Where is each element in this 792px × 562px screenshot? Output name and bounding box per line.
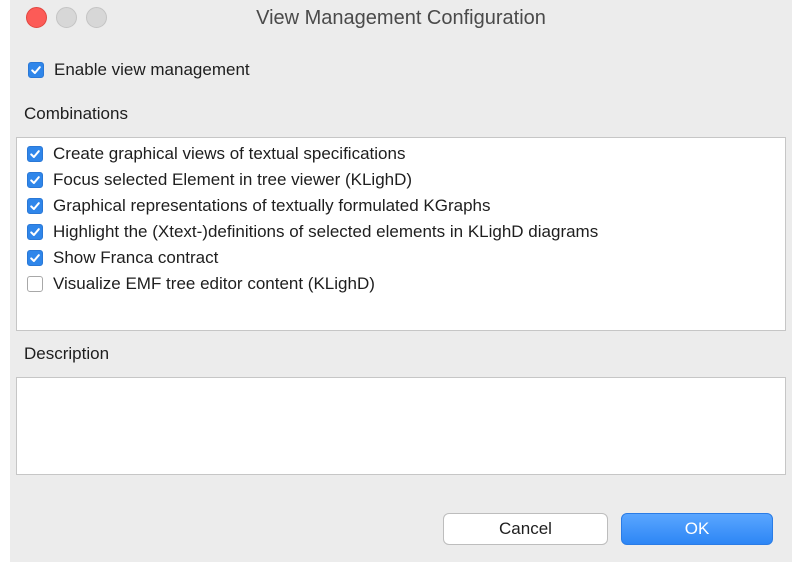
- ok-button[interactable]: OK: [621, 513, 773, 545]
- checkmark-icon: [30, 228, 40, 236]
- checkmark-icon: [31, 66, 41, 74]
- combination-checkbox[interactable]: [27, 172, 43, 188]
- combination-label: Graphical representations of textually f…: [53, 196, 491, 215]
- window-title: View Management Configuration: [256, 7, 546, 29]
- checkmark-icon: [30, 202, 40, 210]
- enable-view-management-checkbox[interactable]: [28, 62, 44, 78]
- combination-checkbox[interactable]: [27, 224, 43, 240]
- combination-label: Focus selected Element in tree viewer (K…: [53, 170, 413, 189]
- checkmark-icon: [30, 254, 40, 262]
- title-bar: View Management Configuration: [10, 0, 792, 38]
- combination-label: Highlight the (Xtext-)definitions of sel…: [53, 222, 599, 241]
- checkmark-icon: [30, 150, 40, 158]
- dialog-window: View Management Configuration Enable vie…: [10, 0, 792, 562]
- combination-item[interactable]: Show Franca contract: [27, 248, 218, 268]
- combination-checkbox[interactable]: [27, 276, 43, 292]
- combination-label: Show Franca contract: [53, 248, 219, 267]
- combination-checkbox[interactable]: [27, 198, 43, 214]
- combination-label: Create graphical views of textual specif…: [53, 144, 406, 163]
- combination-checkbox[interactable]: [27, 146, 43, 162]
- description-label: Description: [24, 344, 110, 363]
- checkmark-icon: [30, 176, 40, 184]
- combinations-label: Combinations: [24, 104, 128, 123]
- enable-view-management-label: Enable view management: [54, 60, 250, 79]
- combination-label: Visualize EMF tree editor content (KLigh…: [53, 274, 375, 293]
- combination-item[interactable]: Focus selected Element in tree viewer (K…: [27, 170, 412, 190]
- combination-item[interactable]: Highlight the (Xtext-)definitions of sel…: [27, 222, 598, 242]
- combination-checkbox[interactable]: [27, 250, 43, 266]
- combinations-list[interactable]: Create graphical views of textual specif…: [16, 137, 786, 331]
- combination-item[interactable]: Graphical representations of textually f…: [27, 196, 491, 216]
- combination-item[interactable]: Visualize EMF tree editor content (KLigh…: [27, 274, 375, 294]
- description-area: [16, 377, 786, 475]
- cancel-button[interactable]: Cancel: [443, 513, 608, 545]
- combination-item[interactable]: Create graphical views of textual specif…: [27, 144, 405, 164]
- enable-view-management[interactable]: Enable view management: [28, 60, 250, 80]
